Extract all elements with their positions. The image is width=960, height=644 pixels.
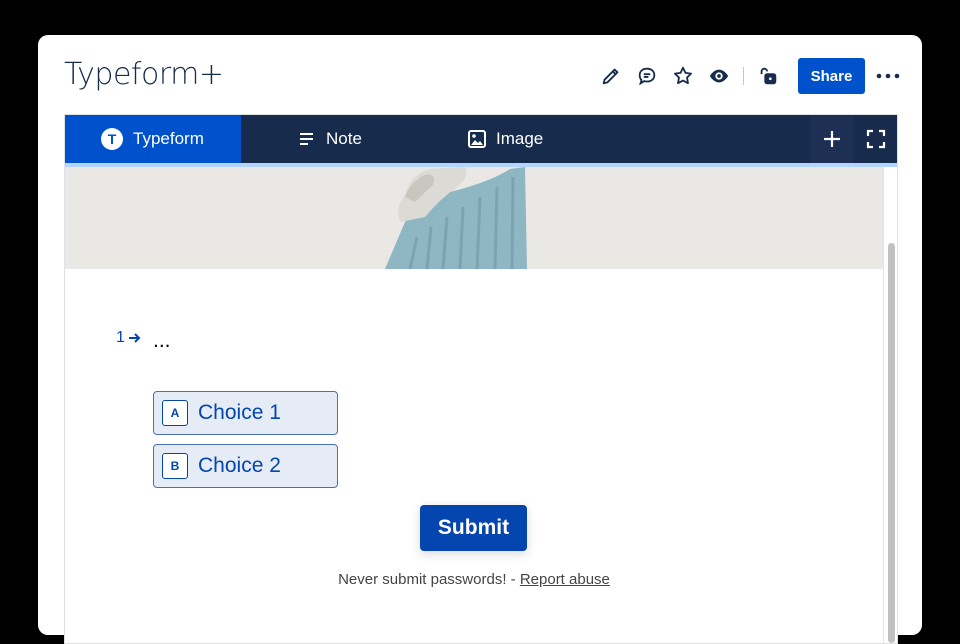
question-text: ... [153, 329, 171, 352]
scrollbar-thumb[interactable] [888, 243, 895, 643]
tab-note-label: Note [326, 129, 362, 148]
arrow-right-icon [128, 333, 141, 343]
page-toolbar: Share [593, 58, 903, 94]
note-icon [300, 133, 313, 145]
eye-icon[interactable] [701, 58, 737, 94]
svg-text:T: T [108, 131, 117, 147]
pencil-icon[interactable] [593, 58, 629, 94]
report-abuse-link[interactable]: Report abuse [520, 571, 610, 588]
tab-image-label: Image [496, 129, 544, 148]
star-icon[interactable] [665, 58, 701, 94]
more-icon[interactable] [873, 58, 903, 94]
question-number: 1 [116, 329, 142, 347]
question-number-value: 1 [116, 329, 125, 346]
toolbar-divider [743, 67, 744, 85]
typeform-icon: T [101, 128, 123, 150]
fullscreen-icon[interactable] [854, 115, 897, 163]
banner-image [65, 167, 883, 269]
choice-label-a: Choice 1 [198, 401, 281, 424]
tab-image[interactable]: Image [468, 115, 543, 163]
image-icon [468, 130, 486, 148]
share-button[interactable]: Share [798, 58, 865, 94]
tab-typeform-label: Typeform [133, 129, 204, 148]
comment-icon[interactable] [629, 58, 665, 94]
choice-label-b: Choice 2 [198, 454, 281, 477]
tab-typeform[interactable]: T Typeform [65, 115, 241, 163]
footer-note: Never submit passwords! - Report abuse [65, 571, 883, 588]
choice-key-b: B [162, 453, 188, 479]
footer-note-text: Never submit passwords! - [338, 571, 520, 588]
choice-option-a[interactable]: A Choice 1 [153, 391, 338, 435]
plus-icon[interactable] [810, 115, 854, 163]
page-title: Typeform+ [64, 57, 224, 92]
submit-button[interactable]: Submit [420, 505, 527, 551]
choice-key-a: A [162, 400, 188, 426]
unlock-icon[interactable] [750, 58, 786, 94]
embed-tab-bar: T Typeform Note Image [65, 115, 897, 163]
scrollbar-track [883, 167, 897, 643]
choice-option-b[interactable]: B Choice 2 [153, 444, 338, 488]
typeform-embed: T Typeform Note Image 1 ... A Choice 1 B… [64, 114, 898, 644]
page-card: Typeform+ Share T Typeform Note Image 1 … [38, 35, 922, 644]
tab-note[interactable]: Note [298, 115, 362, 163]
